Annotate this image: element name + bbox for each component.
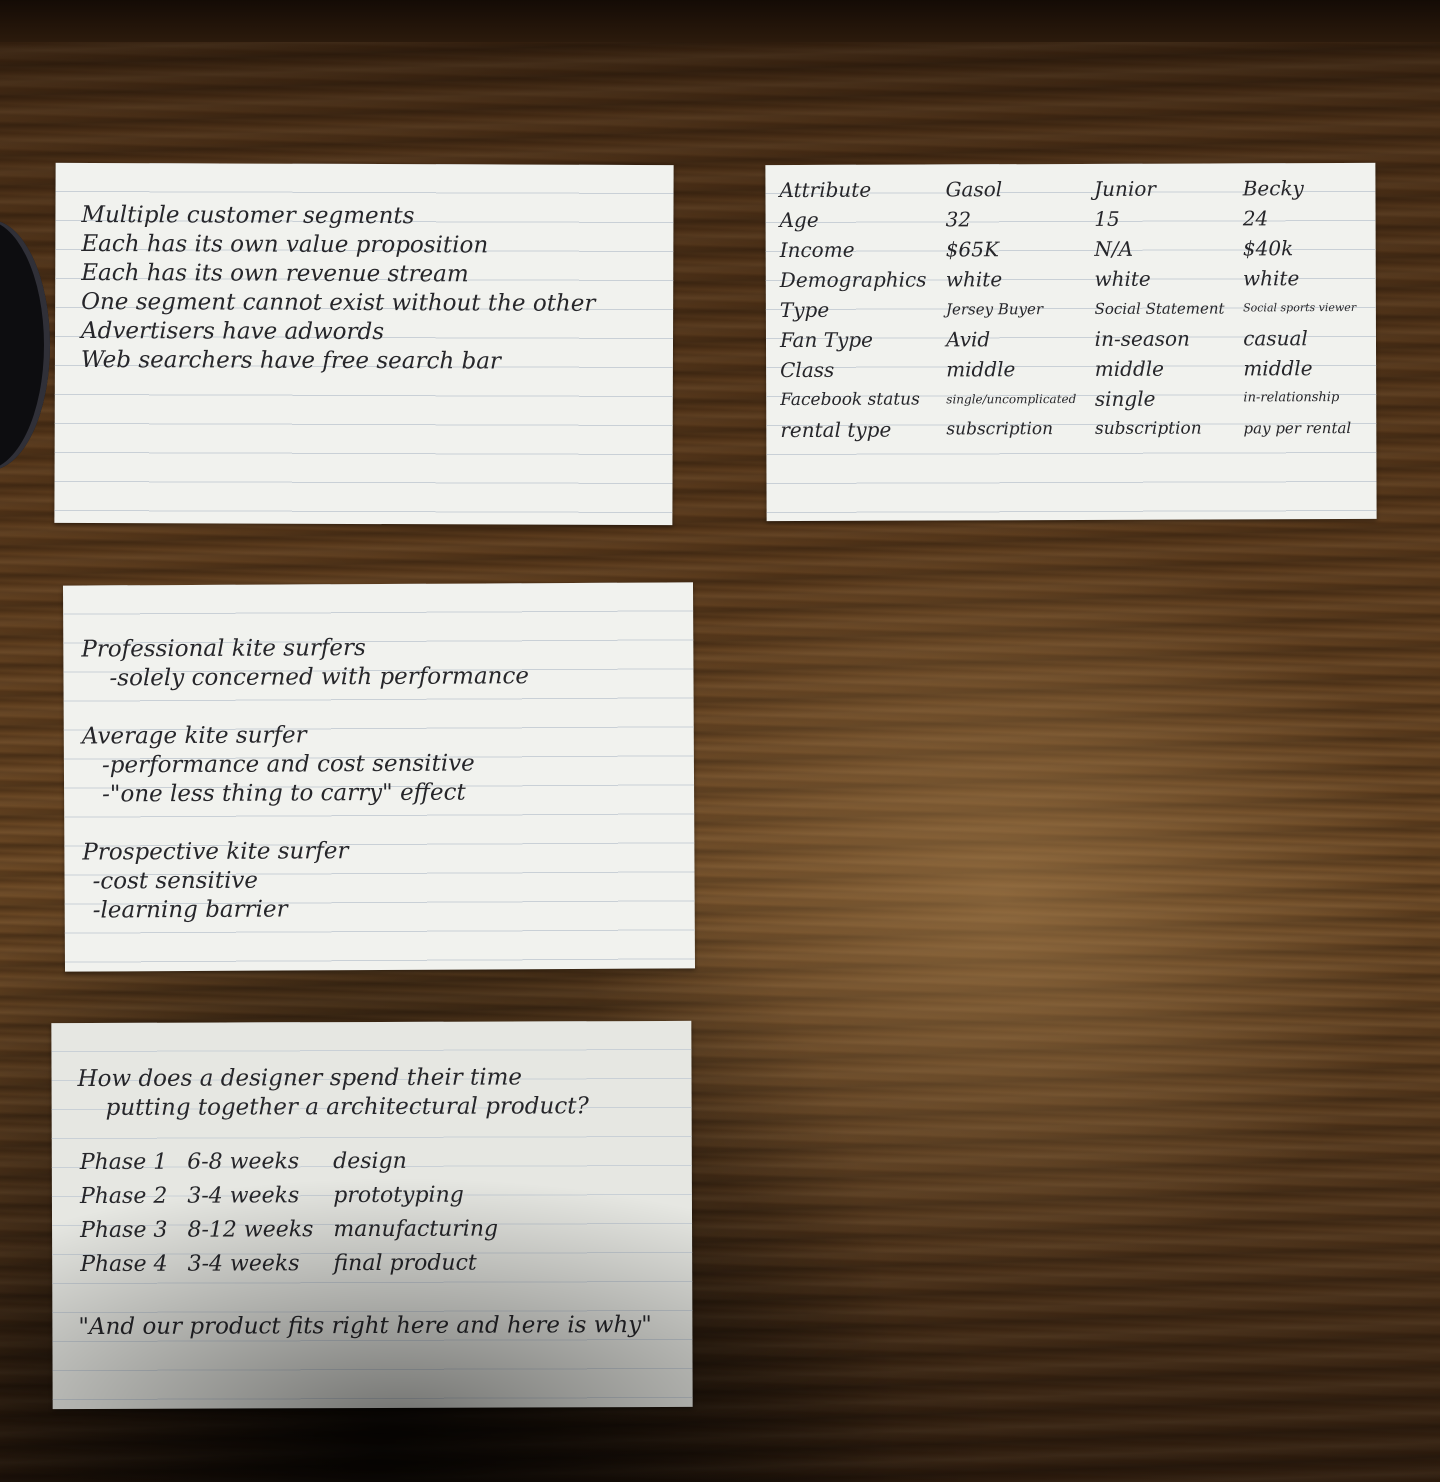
table-row: Phase 4 3-4 weeks final product — [80, 1247, 516, 1281]
phase-label: Phase 2 — [79, 1183, 168, 1210]
question-line: How does a designer spend their time — [77, 1064, 523, 1093]
table-cell: Social sports viewer — [1243, 301, 1357, 315]
index-card-persona-attributes: Attribute Gasol Junior Becky Age 32 15 2… — [765, 162, 1377, 522]
index-card-kite-surfers: Professional kite surfers -solely concer… — [62, 582, 696, 972]
group-item: -solely concerned with performance — [109, 663, 530, 692]
table-cell: Social Statement — [1094, 299, 1225, 318]
group-title: Average kite surfer — [81, 722, 307, 750]
table-header-row: Attribute Gasol Junior Becky — [773, 173, 1367, 205]
table-cell: Income — [779, 237, 855, 263]
table-cell: Avid — [946, 327, 991, 352]
card-line: Each has its own value proposition — [81, 231, 489, 259]
phase-label: Phase 1 — [79, 1149, 168, 1176]
table-cell: Age — [779, 207, 819, 233]
table-cell: in-season — [1094, 326, 1190, 351]
group-title: Prospective kite surfer — [82, 838, 349, 866]
header-cell: Attribute — [779, 177, 872, 203]
table-cell: in-relationship — [1243, 390, 1340, 406]
table-cell: white — [1094, 266, 1151, 291]
group-item: -cost sensitive — [92, 867, 259, 895]
table-cell: pay per rental — [1243, 419, 1352, 438]
attribute-table: Attribute Gasol Junior Becky Age 32 15 2… — [773, 173, 1368, 445]
table-row: Class middle middle middle — [774, 353, 1368, 385]
table-row: Income $65K N/A $40k — [774, 233, 1368, 265]
table-row: Facebook status single/uncomplicated sin… — [774, 383, 1368, 415]
table-cell: N/A — [1094, 236, 1134, 261]
group-item: -performance and cost sensitive — [101, 750, 475, 779]
phase-label: Phase 4 — [80, 1251, 168, 1278]
table-row: Fan Type Avid in-season casual — [774, 323, 1368, 355]
group-item: -"one less thing to carry" effect — [102, 779, 466, 808]
table-row: Age 32 15 24 — [774, 203, 1368, 235]
table-cell: rental type — [780, 417, 892, 443]
table-cell: subscription — [1094, 418, 1202, 439]
table-cell: Fan Type — [779, 327, 874, 353]
table-row: Demographics white white white — [774, 263, 1368, 295]
header-cell: Junior — [1094, 176, 1156, 201]
table-cell: single/uncomplicated — [946, 391, 1077, 407]
phase-duration: 3-4 weeks — [187, 1183, 300, 1209]
question-line: putting together a architectural product… — [105, 1093, 589, 1121]
phase-duration: 8-12 weeks — [187, 1217, 314, 1243]
index-card-design-phases: How does a designer spend their time put… — [51, 1020, 693, 1410]
group-item: -learning barrier — [92, 896, 288, 924]
table-row: Phase 2 3-4 weeks prototyping — [80, 1179, 516, 1213]
table-cell: casual — [1243, 326, 1308, 351]
table-cell: 15 — [1094, 206, 1120, 231]
table-cell: $65K — [945, 237, 999, 262]
desk-back-edge — [0, 0, 1440, 42]
table-cell: 32 — [945, 207, 972, 232]
table-cell: middle — [946, 357, 1016, 382]
table-cell: 24 — [1242, 206, 1269, 231]
phase-activity: prototyping — [333, 1182, 464, 1209]
table-row: Phase 3 8-12 weeks manufacturing — [80, 1213, 516, 1247]
table-cell: Type — [779, 297, 830, 323]
table-cell: single — [1094, 386, 1156, 411]
table-cell: $40k — [1242, 236, 1294, 261]
table-row: Type Jersey Buyer Social Statement Socia… — [774, 293, 1368, 325]
table-cell: Facebook status — [780, 389, 920, 411]
header-cell: Becky — [1242, 176, 1304, 201]
phase-table: Phase 1 6-8 weeks design Phase 2 3-4 wee… — [78, 1143, 519, 1283]
table-cell: middle — [1094, 356, 1165, 381]
header-cell: Gasol — [945, 177, 1003, 202]
table-cell: white — [945, 267, 1003, 292]
phase-duration: 6-8 weeks — [187, 1149, 300, 1175]
table-cell: Class — [780, 357, 835, 383]
quote-line: "And our product fits right here and her… — [78, 1312, 652, 1341]
table-row: Phase 1 6-8 weeks design — [80, 1145, 516, 1179]
table-cell: Jersey Buyer — [945, 300, 1044, 319]
table-row: rental type subscription subscription pa… — [774, 413, 1368, 445]
table-cell: subscription — [946, 419, 1054, 440]
card-line: Each has its own revenue stream — [81, 260, 469, 288]
phase-activity: manufacturing — [333, 1216, 499, 1243]
phase-activity: final product — [333, 1250, 477, 1277]
card-line: Web searchers have free search bar — [80, 347, 501, 375]
table-cell: Demographics — [779, 267, 927, 293]
table-cell: white — [1242, 266, 1300, 291]
phase-activity: design — [333, 1148, 407, 1175]
card-line: Advertisers have adwords — [80, 318, 385, 346]
table-cell: middle — [1243, 356, 1313, 381]
group-title: Professional kite surfers — [81, 635, 366, 663]
black-round-object — [0, 220, 50, 470]
phase-duration: 3-4 weeks — [187, 1251, 300, 1277]
card-line: One segment cannot exist without the oth… — [81, 289, 596, 317]
phase-label: Phase 3 — [80, 1217, 168, 1244]
index-card-customer-segments: Multiple customer segments Each has its … — [54, 162, 674, 526]
card-line: Multiple customer segments — [81, 202, 415, 230]
